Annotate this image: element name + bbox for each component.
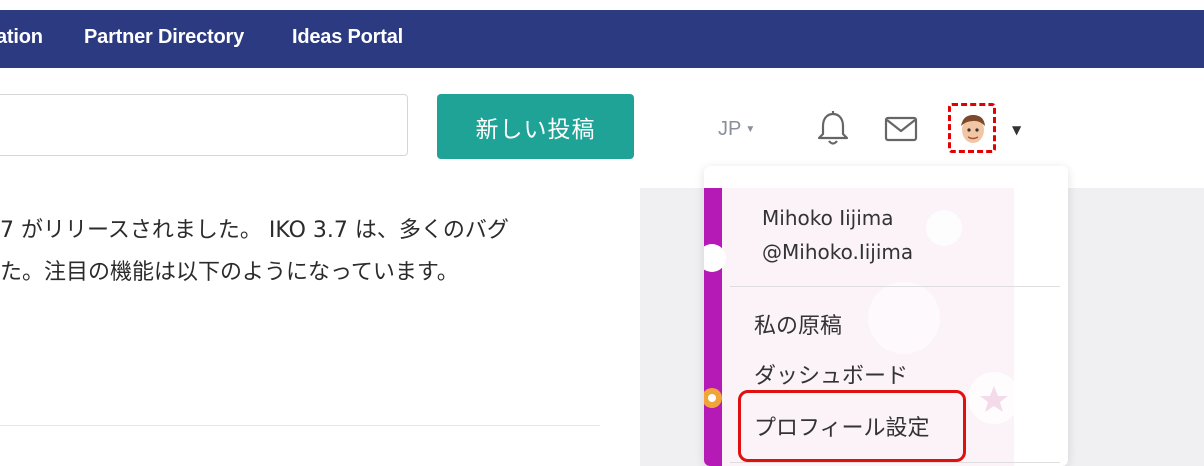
language-label: JP (718, 118, 742, 140)
nav-link-ideas-portal[interactable]: Ideas Portal (292, 26, 403, 49)
user-name: Mihoko Iijima (762, 206, 894, 230)
bell-icon[interactable] (816, 110, 850, 148)
nav-link-partner-directory[interactable]: Partner Directory (84, 26, 244, 49)
avatar (961, 115, 985, 143)
menu-item-dashboard[interactable]: ダッシュボード (754, 358, 908, 390)
post-text-line: た。注目の機能は以下のようになっています。 (0, 260, 459, 285)
top-band (0, 0, 1204, 10)
avatar-chevron-down-icon[interactable]: ▼ (1012, 123, 1021, 137)
language-selector[interactable]: JP ▼ (718, 118, 755, 141)
user-menu-dropdown: Mihoko Iijima @Mihoko.Iijima 私の原稿 ダッシュボー… (704, 166, 1068, 466)
nav-link-partial[interactable]: ation (0, 26, 43, 49)
divider (730, 462, 1060, 463)
menu-item-my-drafts[interactable]: 私の原稿 (754, 308, 842, 340)
divider (0, 425, 600, 426)
divider (730, 286, 1060, 287)
post-text-line: 7 がリリースされました。 IKO 3.7 は、多くのバグ (0, 218, 509, 243)
top-navbar: ation Partner Directory Ideas Portal (0, 10, 1204, 68)
chevron-down-icon: ▼ (745, 124, 756, 136)
mail-icon[interactable] (884, 116, 920, 144)
avatar-button[interactable] (948, 103, 996, 153)
new-post-button[interactable]: 新しい投稿 (437, 94, 634, 159)
user-handle: @Mihoko.Iijima (762, 240, 914, 264)
menu-item-profile-settings[interactable]: プロフィール設定 (754, 410, 930, 442)
search-input[interactable] (0, 94, 408, 156)
